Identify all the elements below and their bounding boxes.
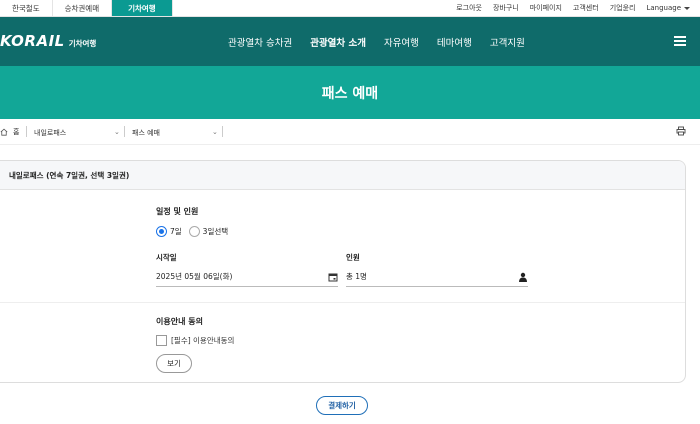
nav-theme-travel[interactable]: 테마여행 <box>437 35 472 49</box>
tab-korail[interactable]: 한국철도 <box>0 0 53 16</box>
logo-subtitle: 기차여행 <box>68 39 97 48</box>
chevron-down-icon[interactable]: ⌄ <box>212 128 218 136</box>
tab-ticket-booking[interactable]: 승차권예매 <box>53 0 113 16</box>
breadcrumb-level2-label: 패스 예매 <box>132 129 160 137</box>
ethics-link[interactable]: 기업윤리 <box>610 3 636 13</box>
tab-train-travel[interactable]: 기차여행 <box>112 0 173 16</box>
agreement-checkbox[interactable] <box>156 335 167 346</box>
main-header: KORAIL 기차여행 관광열차 승차권 관광열차 소개 자유여행 테마여행 고… <box>0 17 700 66</box>
start-date-field[interactable]: 2025년 05월 06일(화) <box>156 267 338 287</box>
radio-3days[interactable] <box>188 226 200 237</box>
print-icon <box>676 126 686 136</box>
utility-links: 로그아웃 장바구니 마이페이지 고객센터 기업윤리 Language <box>456 3 700 13</box>
chevron-down-icon <box>684 6 690 10</box>
nav-customer-support[interactable]: 고객지원 <box>490 35 525 49</box>
breadcrumb-level2[interactable]: 패스 예매 <box>132 128 160 138</box>
pass-booking-card: 내일로패스 (연속 7일권, 선택 3일권) 일정 및 인원 7일 3일선택 시… <box>0 160 686 383</box>
calendar-icon[interactable] <box>328 272 338 282</box>
page-title: 패스 예매 <box>321 85 379 102</box>
print-button[interactable] <box>676 126 686 138</box>
start-date-label: 시작일 <box>156 253 177 262</box>
nav-free-travel[interactable]: 자유여행 <box>384 35 419 49</box>
agreement-row: [필수] 이용안내동의 <box>156 335 234 346</box>
nav-tourist-train-ticket[interactable]: 관광열차 승차권 <box>228 35 292 49</box>
agreement-title: 이용안내 동의 <box>156 317 203 326</box>
section-divider <box>0 302 685 303</box>
home-icon <box>0 128 8 136</box>
logo-text: KORAIL <box>0 32 65 50</box>
top-utility-bar: 한국철도 승차권예매 기차여행 로그아웃 장바구니 마이페이지 고객센터 기업윤… <box>0 0 700 17</box>
view-terms-button[interactable]: 보기 <box>156 354 192 373</box>
hamburger-icon[interactable] <box>674 36 686 46</box>
agreement-checkbox-label[interactable]: [필수] 이용안내동의 <box>171 335 234 346</box>
breadcrumb-home-label: 홈 <box>13 128 20 136</box>
radio-7days-label: 7일 <box>170 227 182 236</box>
site-tabs: 한국철도 승차권예매 기차여행 <box>0 0 173 16</box>
breadcrumb-level1-label: 내일로패스 <box>34 129 67 137</box>
breadcrumb-divider <box>222 126 223 137</box>
language-label: Language <box>646 4 681 12</box>
customer-center-link[interactable]: 고객센터 <box>573 3 599 13</box>
logout-link[interactable]: 로그아웃 <box>456 3 482 13</box>
language-select[interactable]: Language <box>646 4 690 12</box>
radio-3days-label: 3일선택 <box>202 227 229 236</box>
breadcrumb-level1[interactable]: 내일로패스 <box>34 128 66 138</box>
card-title: 내일로패스 (연속 7일권, 선택 3일권) <box>0 161 685 190</box>
people-field[interactable]: 총 1명 <box>346 267 528 287</box>
person-icon[interactable] <box>518 272 528 282</box>
nav-tourist-train-intro[interactable]: 관광열차 소개 <box>310 35 366 49</box>
schedule-title: 일정 및 인원 <box>156 207 199 216</box>
start-date-value: 2025년 05월 06일(화) <box>156 272 233 281</box>
pass-type-options: 7일 3일선택 <box>156 226 228 237</box>
breadcrumb: 홈 내일로패스 ⌄ 패스 예매 ⌄ <box>0 119 700 145</box>
cart-link[interactable]: 장바구니 <box>493 3 519 13</box>
breadcrumb-divider <box>124 126 125 137</box>
main-nav: 관광열차 승차권 관광열차 소개 자유여행 테마여행 고객지원 <box>228 17 525 66</box>
chevron-down-icon[interactable]: ⌄ <box>114 128 120 136</box>
people-value: 총 1명 <box>346 272 367 281</box>
mypage-link[interactable]: 마이페이지 <box>530 3 562 13</box>
breadcrumb-home[interactable]: 홈 <box>0 127 19 137</box>
pay-button[interactable]: 결제하기 <box>316 396 368 415</box>
radio-7days[interactable] <box>156 226 167 237</box>
people-label: 인원 <box>346 253 360 262</box>
breadcrumb-divider <box>26 126 27 137</box>
korail-logo[interactable]: KORAIL 기차여행 <box>0 32 96 50</box>
page-title-band: 패스 예매 <box>0 66 700 119</box>
